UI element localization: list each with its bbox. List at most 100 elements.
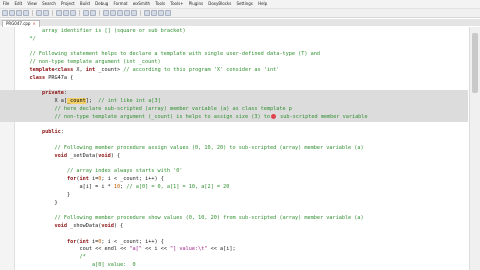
code-line [0,231,468,239]
menu-item-settings[interactable]: Settings [234,0,256,8]
menu-item-file[interactable]: File [0,0,12,8]
code-token: int [79,176,89,183]
code-line: X a[_count]; // int like int a[3] [0,98,468,106]
code-token: /* [79,254,86,261]
step-out-icon[interactable] [165,10,171,16]
code-token: class [29,74,46,81]
new-file-icon[interactable] [2,10,8,16]
copy-icon[interactable] [63,10,69,16]
code-token: _count> [95,67,124,73]
menu-item-view[interactable]: View [25,0,40,8]
step-icon[interactable] [151,10,157,16]
code-token: template [29,67,55,73]
menu-item-search[interactable]: Search [40,0,59,8]
code-token: cout << endl << [17,246,130,253]
build-icon[interactable] [103,10,109,16]
code-text: class PRG47a { [14,74,74,81]
close-icon[interactable]: × [32,21,35,26]
code-line [0,83,468,91]
code-token: void [54,223,67,229]
code-line: // non-type template argument (_count) i… [0,113,468,122]
code-token: */ [17,35,36,42]
code-token: // non-type template argument (int _coun… [17,59,161,66]
save-icon[interactable] [16,10,22,16]
code-token: ) { [113,223,124,229]
toolbar-separator [52,10,53,16]
menu-item-tools-[interactable]: Tools+ [168,0,186,8]
undo-icon[interactable] [36,10,42,16]
code-token: ) { [110,152,121,159]
toolbar [0,9,480,18]
code-token: // a[0] = 0, a[1] = 10, a[2] = 20 [126,184,230,190]
menu-item-help[interactable]: Help [255,0,269,8]
menu-item-debug[interactable]: Debug [93,0,111,8]
rebuild-icon[interactable] [124,10,130,16]
code-line: a[0] value: 0 [0,262,468,270]
code-line: class PRG47a { [0,75,468,83]
code-text: cout << endl << "a[" << i << "] value:\t… [14,246,235,253]
code-token: _showData( [66,223,102,229]
menu-item-build[interactable]: Build [77,0,92,8]
run-icon[interactable] [110,10,116,16]
code-token: void [54,152,67,159]
code-line: void _showData(void) { [0,223,468,231]
tab-label: PRG047.cpp [6,21,31,26]
code-token: private [42,90,64,97]
debug-icon[interactable] [144,10,150,16]
code-line: */ [0,36,468,44]
code-token: a[0] value: 0 [17,262,136,268]
code-line: } [0,192,468,200]
tab-prg047-cpp[interactable]: PRG047.cpp × [2,20,40,27]
menu-item-edit[interactable]: Edit [12,0,25,8]
paste-icon[interactable] [70,10,76,16]
find-icon[interactable] [83,10,89,16]
redo-icon[interactable] [43,10,49,16]
code-text: for(int i=0; i < _count; i++) { [14,176,164,182]
vertical-scrollbar[interactable] [469,27,480,270]
error-marker-icon [270,113,276,119]
code-token: "] value:\t" [170,246,208,253]
code-line: /* [0,254,468,262]
code-line: array identifier is [] (square or sub br… [0,28,468,36]
save-all-icon[interactable] [23,10,29,16]
scrollbar-thumb[interactable] [472,33,478,93]
code-token: i= [88,238,99,245]
step-into-icon[interactable] [158,10,164,16]
code-text: } [14,192,70,198]
menu-item-wxsmith[interactable]: wxSmith [130,0,152,8]
menu-item-project[interactable]: Project [58,0,77,8]
replace-icon[interactable] [90,10,96,16]
build-and-run-icon[interactable] [117,10,123,16]
code-text: */ [14,35,36,42]
code-text: private: [14,90,67,96]
code-token: public [42,129,61,136]
code-text: // non-type template argument (int _coun… [14,59,161,66]
menu-item-tools[interactable]: Tools [153,0,168,8]
code-text: array identifier is [] (square or sub br… [14,28,186,34]
menu-bar: File Edit View Search Project Build Debug Forma… [0,0,480,9]
code-token: ; i < _count; i++) { [101,238,164,245]
code-text: /* [14,254,86,261]
cut-icon[interactable] [56,10,62,16]
menu-item-format[interactable]: Format [111,0,130,8]
code-token: "a[" [129,246,142,253]
code-token: ]; [85,98,99,105]
abort-icon[interactable] [131,10,137,16]
menu-item-plugins[interactable]: Plugins [186,0,206,8]
code-token: ; i < _count; i++) { [101,176,164,183]
code-editor[interactable]: array identifier is [] (square or sub br… [0,27,468,270]
open-file-icon[interactable] [9,10,15,16]
code-token: // according to this program 'X' conside… [123,67,280,73]
code-line: void _setData(void) { [0,153,468,161]
menu-item-doxyblocks[interactable]: DoxyBlocks [206,0,234,8]
